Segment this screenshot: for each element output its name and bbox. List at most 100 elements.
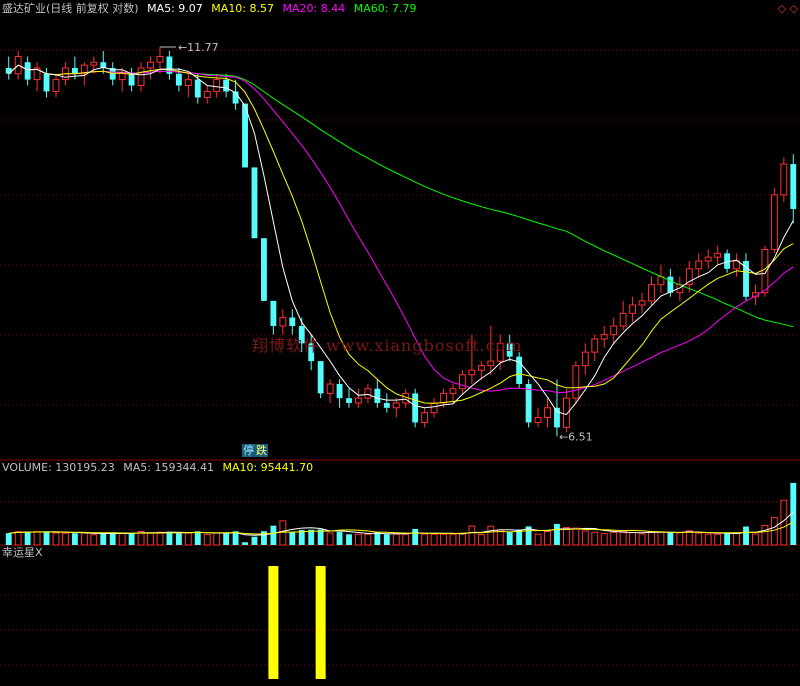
- ma10-value: MA10: 8.57: [211, 2, 275, 15]
- volume-bar: [591, 531, 599, 546]
- volume-bar: [326, 532, 334, 546]
- candle-body: [581, 351, 589, 367]
- volume-bar: [128, 533, 135, 545]
- ma5-line: [8, 64, 794, 416]
- candle-body: [468, 369, 476, 376]
- indicator-name: 幸运星X: [2, 546, 43, 559]
- volume-bar: [279, 520, 287, 546]
- stock-title: 盛达矿业(日线 前复权 对数): [2, 2, 139, 15]
- limit-badge: 停跌: [242, 444, 268, 458]
- volume-bar: [770, 516, 778, 546]
- volume-bar: [648, 531, 655, 546]
- candle: [128, 67, 135, 92]
- high-label: ←11.77: [178, 41, 219, 54]
- volume-bar: [704, 533, 712, 546]
- candle: [619, 300, 627, 331]
- candle: [581, 343, 589, 375]
- candle-body: [156, 56, 164, 63]
- volume-bar: [270, 525, 277, 545]
- candle: [374, 379, 381, 408]
- candle-body: [648, 284, 655, 302]
- volume-bar: [468, 525, 476, 546]
- candle-body: [128, 73, 135, 86]
- volume-bar: [156, 531, 164, 546]
- badge-left: 停: [242, 444, 255, 457]
- candle-body: [449, 388, 457, 394]
- ma60-line: [8, 64, 794, 328]
- volume-bar: [24, 531, 31, 545]
- volume-bar: [242, 542, 248, 545]
- candle-body: [137, 67, 145, 87]
- volume-value: VOLUME: 130195.23: [2, 461, 115, 474]
- candle: [648, 276, 655, 306]
- candle-body: [534, 417, 542, 423]
- ma60-value: MA60: 7.79: [353, 2, 417, 15]
- candle: [459, 370, 466, 394]
- volume-bar: [421, 533, 429, 546]
- candle-body: [175, 73, 182, 86]
- candle: [261, 238, 267, 301]
- volume-bar: [676, 532, 684, 546]
- volume-bar: [610, 531, 618, 546]
- candle-body: [780, 163, 788, 196]
- volume-bar: [308, 529, 315, 545]
- badge-right: 跌: [255, 444, 268, 457]
- volume-bar: [487, 525, 495, 546]
- indicator-signal-bar: [268, 566, 279, 679]
- candle: [421, 407, 429, 428]
- candle-body: [440, 392, 447, 404]
- volume-bar: [657, 531, 665, 546]
- panel-control-icons[interactable]: ◇ ◇: [778, 1, 798, 17]
- candle: [790, 154, 797, 224]
- low-label: ←6.51: [559, 430, 593, 443]
- candle: [383, 393, 390, 413]
- volume-ma5-line: [8, 511, 794, 536]
- candle: [336, 379, 343, 408]
- volume-bar: [346, 534, 352, 545]
- candle: [364, 384, 372, 403]
- volume-bar: [667, 531, 674, 545]
- candle: [147, 56, 154, 80]
- volume-bar: [554, 523, 560, 545]
- candle-body: [544, 407, 551, 419]
- candle-body: [610, 325, 618, 336]
- volume-bar: [581, 530, 589, 546]
- candle-body: [346, 398, 352, 403]
- volume-bar: [317, 529, 324, 545]
- candle: [562, 388, 570, 433]
- volume-bar: [71, 533, 78, 545]
- candle: [516, 352, 523, 389]
- volume-bar: [90, 534, 98, 546]
- candle: [24, 56, 31, 86]
- candle: [412, 388, 419, 428]
- volume-bar: [600, 533, 608, 546]
- candle: [780, 157, 788, 202]
- volume-bar: [572, 527, 580, 546]
- candle-body: [71, 67, 78, 74]
- candle: [430, 398, 438, 418]
- candle-body: [213, 79, 221, 92]
- candle-body: [374, 388, 381, 403]
- candle-body: [43, 73, 50, 92]
- volume-bar: [383, 534, 390, 545]
- candle-body: [203, 90, 211, 98]
- candle-body: [90, 61, 98, 66]
- candle-body: [629, 304, 637, 314]
- ma5-value: MA5: 9.07: [147, 2, 203, 15]
- candle: [534, 407, 542, 428]
- volume-bar: [355, 533, 362, 546]
- volume-bar: [14, 531, 22, 546]
- candle-body: [194, 79, 201, 98]
- volume-bar: [336, 531, 343, 545]
- candle: [166, 50, 173, 80]
- candle-body: [336, 384, 343, 399]
- candle: [184, 73, 192, 98]
- volume-bar: [619, 530, 627, 546]
- candle: [118, 67, 126, 92]
- volume-bar: [412, 528, 419, 545]
- volume-bar: [402, 533, 410, 546]
- candle-body: [317, 361, 324, 394]
- candle: [544, 398, 551, 428]
- candle: [326, 379, 334, 403]
- volume-bar: [695, 532, 703, 546]
